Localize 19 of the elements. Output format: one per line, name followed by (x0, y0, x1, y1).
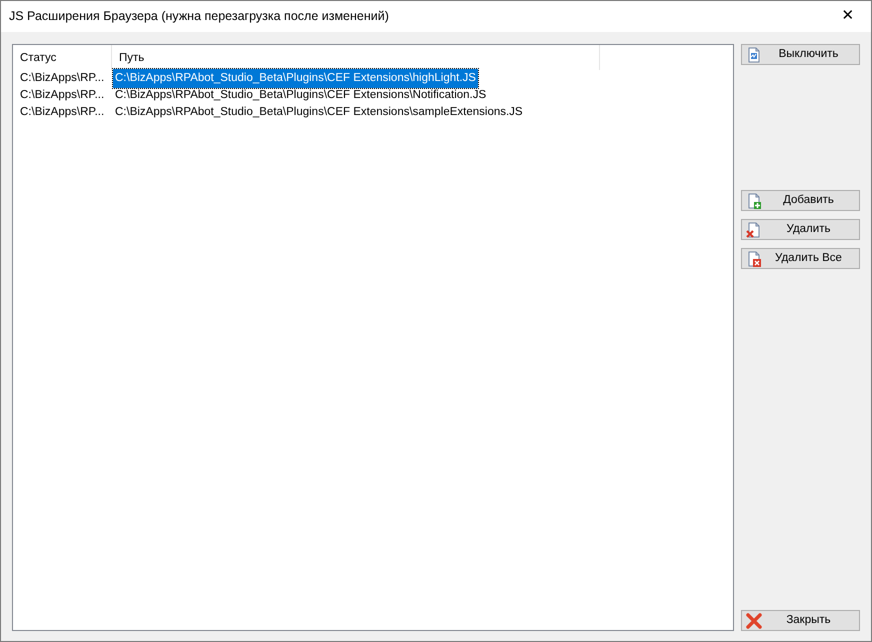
path-cell[interactable]: C:\BizApps\RPAbot_Studio_Beta\Plugins\CEF Extensions\sampleExtensions.JS (113, 102, 525, 122)
action-button[interactable]: Удалить (741, 219, 860, 240)
path-cell[interactable]: C:\BizApps\RPAbot_Studio_Beta\Plugins\CEF Extensions\highLight.JS (113, 68, 478, 88)
status-cell[interactable]: C:\BizApps\RP... (13, 70, 112, 88)
add-document-icon (746, 192, 762, 208)
path-cell[interactable]: C:\BizApps\RPAbot_Studio_Beta\Plugins\CEF Extensions\Notification.JS (113, 86, 488, 106)
close-icon (746, 612, 762, 628)
action-button[interactable]: Выключить (741, 44, 860, 65)
document-icon (746, 46, 762, 62)
action-button[interactable]: Добавить (741, 190, 860, 211)
action-button[interactable]: Удалить Все (741, 248, 860, 269)
window-title: JS Расширения Браузера (нужна перезагрузка после изменений) (9, 8, 390, 26)
close-button[interactable]: ✕ (825, 1, 871, 32)
delete-document-icon (746, 250, 762, 266)
action-button[interactable]: Закрыть (741, 610, 860, 631)
column-header[interactable]: Статус (13, 45, 112, 70)
remove-document-icon (746, 222, 762, 238)
status-cell[interactable]: C:\BizApps\RP... (13, 104, 112, 122)
status-cell[interactable]: C:\BizApps\RP... (13, 86, 112, 104)
